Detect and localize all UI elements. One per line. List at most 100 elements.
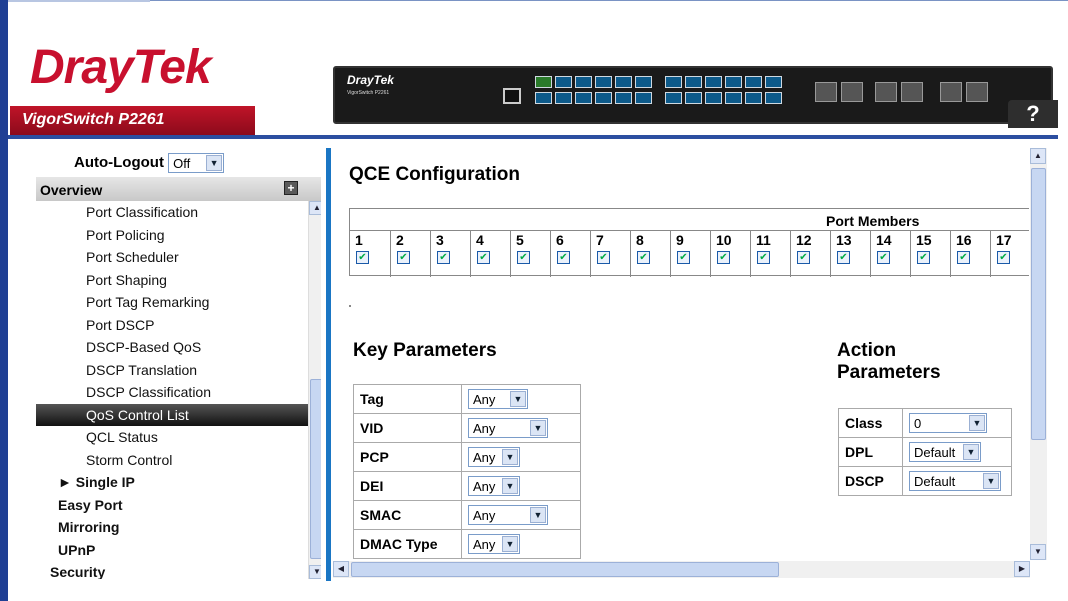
nav-item-port-classification[interactable]: Port Classification (36, 201, 308, 224)
header: DrayTek VigorSwitch P2261 DrayTek VigorS… (8, 28, 1058, 146)
port-checkbox[interactable]: ✔ (397, 251, 410, 264)
port-column: 5 ✔ (510, 231, 550, 277)
nav-item-port-tag-remarking[interactable]: Port Tag Remarking (36, 291, 308, 314)
port-checkbox[interactable]: ✔ (477, 251, 490, 264)
nav-item-dscp-translation[interactable]: DSCP Translation (36, 359, 308, 382)
port-column: 12 ✔ (790, 231, 830, 277)
chevron-down-icon: ▼ (983, 473, 999, 489)
scroll-right-icon[interactable]: ▶ (1014, 561, 1030, 577)
dei-select[interactable]: Any ▼ (468, 476, 520, 496)
switch-panel-image: DrayTek VigorSwitch P2261 (333, 66, 1053, 124)
port-column: 10 ✔ (710, 231, 750, 277)
key-parameters-table: Tag Any ▼ VID Any ▼ PCP Any ▼ DEI Any ▼ SMAC… (353, 384, 581, 559)
port-checkbox[interactable]: ✔ (837, 251, 850, 264)
pcp-select[interactable]: Any ▼ (468, 447, 520, 467)
port-checkbox[interactable]: ✔ (637, 251, 650, 264)
auto-logout-label: Auto-Logout (74, 153, 164, 171)
nav-item-dscp-based-qos[interactable]: DSCP-Based QoS (36, 336, 308, 359)
nav-item-port-dscp[interactable]: Port DSCP (36, 314, 308, 337)
model-name: VigorSwitch P2261 (10, 106, 255, 136)
nav-item-port-scheduler[interactable]: Port Scheduler (36, 246, 308, 269)
nav-item-qcl-status[interactable]: QCL Status (36, 426, 308, 449)
chevron-down-icon: ▼ (502, 449, 518, 465)
top-edge-line (150, 0, 1068, 4)
port-checkbox[interactable]: ✔ (517, 251, 530, 264)
port-checkbox[interactable]: ✔ (557, 251, 570, 264)
main-content: QCE Configuration Port Members 1 ✔ 2 ✔ 3 ✔ … (335, 148, 1029, 560)
chevron-down-icon: ▼ (502, 536, 518, 552)
port-checkbox[interactable]: ✔ (437, 251, 450, 264)
nav-item-storm-control[interactable]: Storm Control (36, 449, 308, 472)
param-row: PCP Any ▼ (353, 442, 581, 472)
port-checkbox[interactable]: ✔ (877, 251, 890, 264)
port-members-label: Port Members (826, 213, 920, 229)
expand-plus-icon[interactable]: + (284, 181, 298, 195)
chevron-down-icon: ▼ (969, 415, 985, 431)
port-members-table: Port Members 1 ✔ 2 ✔ 3 ✔ 4 ✔ 5 ✔ 6 ✔ 7 ✔ 8 ✔ 9 ✔ … (349, 208, 1029, 277)
port-checkbox[interactable]: ✔ (757, 251, 770, 264)
nav-item-single-ip[interactable]: ► Single IP (36, 471, 308, 494)
sidebar-scrollbar[interactable]: ▲ ▼ (308, 201, 321, 579)
nav-item-security[interactable]: Security (36, 561, 308, 579)
nav-item-port-shaping[interactable]: Port Shaping (36, 269, 308, 292)
port-column: 17 ✔ (990, 231, 1029, 277)
scroll-left-icon[interactable]: ◀ (333, 561, 349, 577)
auto-logout: Auto-Logout Off ▼ (74, 153, 225, 173)
port-group-1 (535, 76, 652, 104)
nav-item-upnp[interactable]: UPnP (36, 539, 308, 562)
param-row: DSCP Default ▼ (838, 466, 1012, 496)
port-column: 3 ✔ (430, 231, 470, 277)
port-checkbox[interactable]: ✔ (917, 251, 930, 264)
port-checkbox[interactable]: ✔ (717, 251, 730, 264)
action-parameters-table: Class 0 ▼ DPL Default ▼ DSCP Default ▼ (838, 408, 1012, 496)
param-row: DPL Default ▼ (838, 437, 1012, 467)
tag-select[interactable]: Any ▼ (468, 389, 528, 409)
auto-logout-select[interactable]: Off ▼ (168, 153, 225, 173)
sidebar-scroll-thumb[interactable] (310, 379, 321, 559)
port-column: 15 ✔ (910, 231, 950, 277)
port-column: 1 ✔ (350, 231, 390, 277)
main-horizontal-scrollbar[interactable]: ◀ ▶ (333, 561, 1030, 578)
panel-sub: VigorSwitch P2261 (347, 90, 390, 96)
port-checkbox[interactable]: ✔ (677, 251, 690, 264)
scroll-up-icon[interactable]: ▲ (1030, 148, 1046, 164)
smac-select[interactable]: Any ▼ (468, 505, 548, 525)
page-title: QCE Configuration (349, 164, 520, 185)
main-scroll-thumb[interactable] (1031, 168, 1046, 440)
nav-item-mirroring[interactable]: Mirroring (36, 516, 308, 539)
port-checkbox[interactable]: ✔ (957, 251, 970, 264)
dmac-type-select[interactable]: Any ▼ (468, 534, 520, 554)
port-column: 9 ✔ (670, 231, 710, 277)
help-button[interactable]: ? (1008, 100, 1058, 128)
dpl-select[interactable]: Default ▼ (909, 442, 981, 462)
dscp-select[interactable]: Default ▼ (909, 471, 1001, 491)
chevron-down-icon: ▼ (502, 478, 518, 494)
nav-item-easy-port[interactable]: Easy Port (36, 494, 308, 517)
scroll-down-icon[interactable]: ▼ (309, 565, 321, 579)
param-label: VID (353, 413, 462, 443)
port-column: 11 ✔ (750, 231, 790, 277)
vid-select[interactable]: Any ▼ (468, 418, 548, 438)
nav-item-dscp-classification[interactable]: DSCP Classification (36, 381, 308, 404)
action-parameters-title: Action Parameters (837, 340, 941, 383)
class-select[interactable]: 0 ▼ (909, 413, 987, 433)
scroll-down-icon[interactable]: ▼ (1030, 544, 1046, 560)
param-label: Tag (353, 384, 462, 414)
param-label: DPL (838, 437, 903, 467)
main-vertical-scrollbar[interactable]: ▲ ▼ (1030, 148, 1047, 560)
nav-item-qos-control-list[interactable]: QoS Control List (36, 403, 308, 426)
port-checkbox[interactable]: ✔ (597, 251, 610, 264)
port-checkbox[interactable]: ✔ (356, 251, 369, 264)
overview-header[interactable]: Overview + (36, 177, 321, 201)
header-divider (8, 135, 1058, 139)
param-row: Class 0 ▼ (838, 408, 1012, 438)
port-checkbox[interactable]: ✔ (997, 251, 1010, 264)
nav-item-port-policing[interactable]: Port Policing (36, 224, 308, 247)
param-label: Class (838, 408, 903, 438)
horizontal-scroll-thumb[interactable] (351, 562, 779, 577)
port-checkbox[interactable]: ✔ (797, 251, 810, 264)
sfp-port-icon (875, 82, 897, 102)
param-label: DSCP (838, 466, 903, 496)
scroll-up-icon[interactable]: ▲ (309, 201, 321, 215)
console-port-icon (503, 88, 521, 104)
